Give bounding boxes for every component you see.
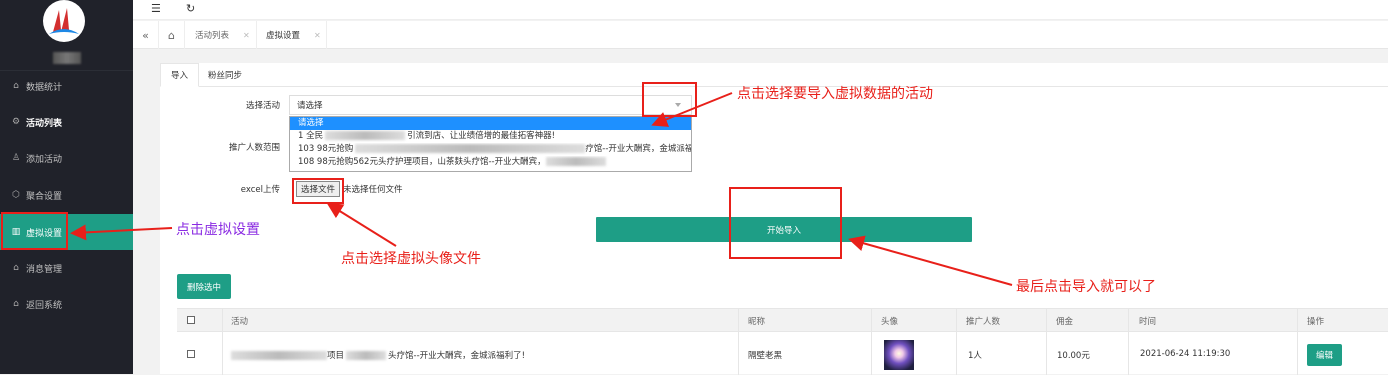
annotation-arrows — [70, 92, 1013, 286]
